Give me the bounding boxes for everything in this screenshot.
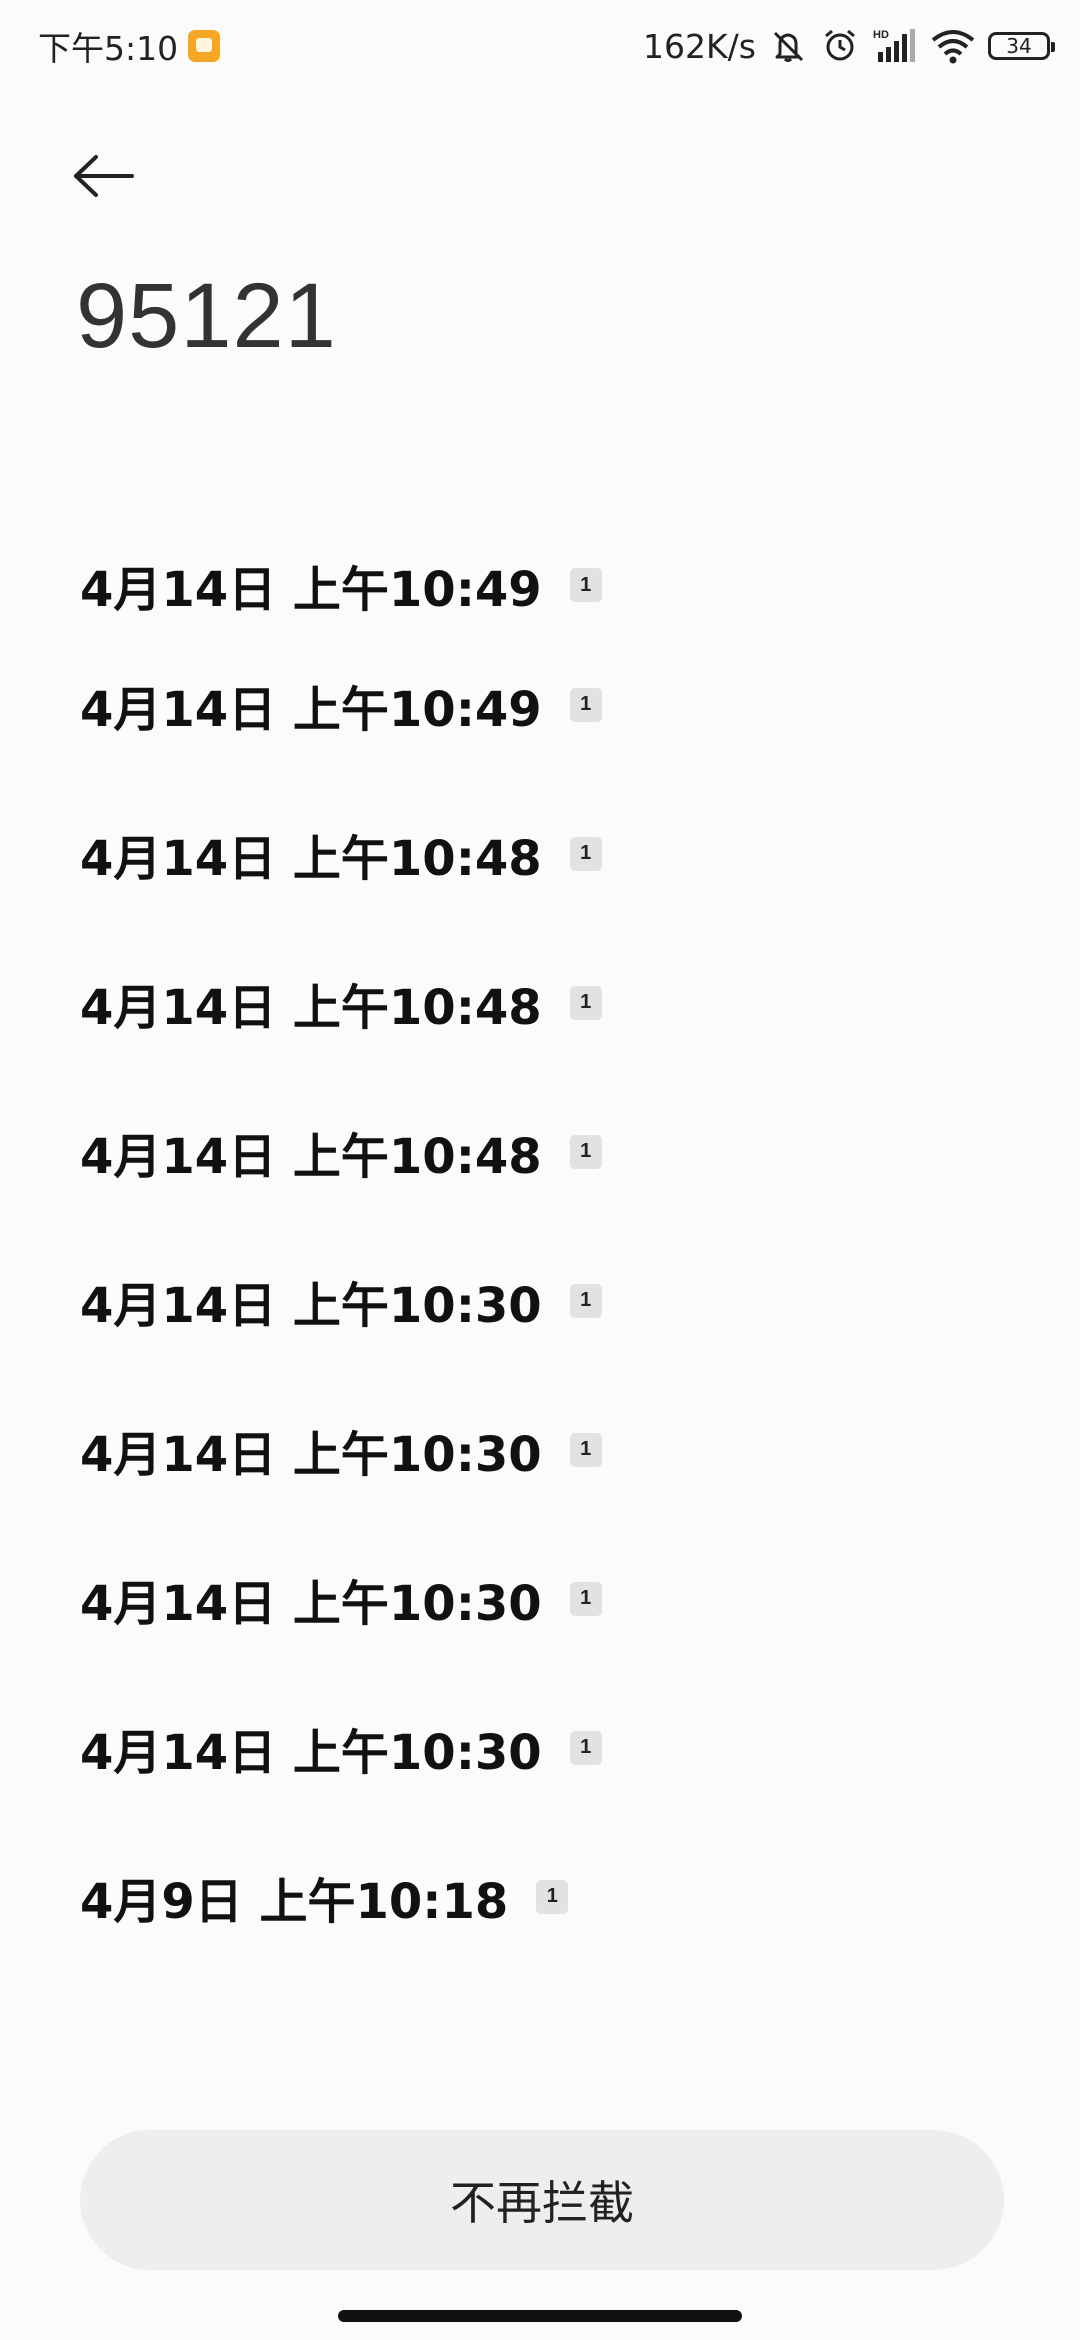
sim-badge: 1: [569, 985, 602, 1020]
notification-app-icon: [188, 30, 221, 62]
record-time: 4月14日 上午10:48: [80, 830, 542, 887]
status-left: 下午5:10: [38, 26, 221, 68]
sim-badge: 1: [569, 1283, 602, 1318]
battery-icon: 34: [988, 32, 1055, 60]
page-title: 95121: [76, 265, 337, 367]
screen: 下午5:10 162K/s HD 34 95121 4月14日 上午10:49 …: [0, 0, 1080, 2340]
list-item[interactable]: 4月14日 上午10:48 1: [80, 928, 1000, 1077]
list-item[interactable]: 4月14日 上午10:30 1: [80, 1226, 1000, 1375]
home-indicator[interactable]: [338, 2310, 742, 2322]
list-item[interactable]: 4月14日 上午10:48 1: [80, 779, 1000, 928]
back-button[interactable]: [72, 148, 144, 208]
list-item[interactable]: 4月14日 上午10:30 1: [80, 1524, 1000, 1673]
back-arrow-icon: [72, 154, 136, 202]
hd-signal-icon: HD: [872, 26, 918, 66]
svg-text:HD: HD: [873, 29, 889, 41]
sim-badge: 1: [569, 1581, 602, 1616]
status-time: 下午5:10: [38, 29, 179, 68]
record-time: 4月14日 上午10:48: [80, 1128, 542, 1185]
alarm-icon: [820, 26, 860, 66]
blocked-call-list: 4月14日 上午10:49 1 4月14日 上午10:49 1 4月14日 上午…: [80, 540, 1000, 1971]
sim-badge: 1: [569, 836, 602, 871]
record-time: 4月14日 上午10:30: [80, 1575, 542, 1632]
status-bar: 下午5:10 162K/s HD 34: [0, 0, 1080, 92]
sim-badge: 1: [569, 687, 602, 722]
wifi-icon: [930, 26, 976, 66]
record-time: 4月9日 上午10:18: [80, 1873, 509, 1930]
list-item[interactable]: 4月14日 上午10:49 1: [80, 630, 1000, 779]
sim-badge: 1: [569, 568, 602, 602]
record-time: 4月14日 上午10:30: [80, 1724, 542, 1781]
record-time: 4月14日 上午10:49: [80, 562, 542, 618]
net-speed: 162K/s: [643, 26, 756, 66]
sim-badge: 1: [536, 1879, 569, 1914]
list-item[interactable]: 4月14日 上午10:30 1: [80, 1375, 1000, 1524]
list-item[interactable]: 4月14日 上午10:48 1: [80, 1077, 1000, 1226]
sim-badge: 1: [569, 1432, 602, 1467]
status-right: 162K/s HD 34: [643, 24, 1055, 68]
unblock-button[interactable]: 不再拦截: [80, 2130, 1004, 2270]
record-time: 4月14日 上午10:48: [80, 979, 542, 1036]
list-item[interactable]: 4月14日 上午10:49 1: [80, 540, 1000, 630]
record-time: 4月14日 上午10:49: [80, 681, 542, 738]
record-time: 4月14日 上午10:30: [80, 1277, 542, 1334]
list-item[interactable]: 4月14日 上午10:30 1: [80, 1673, 1000, 1822]
sim-badge: 1: [569, 1730, 602, 1765]
mute-icon: [768, 26, 808, 66]
list-item[interactable]: 4月9日 上午10:18 1: [80, 1822, 1000, 1971]
sim-badge: 1: [569, 1134, 602, 1169]
record-time: 4月14日 上午10:30: [80, 1426, 542, 1483]
